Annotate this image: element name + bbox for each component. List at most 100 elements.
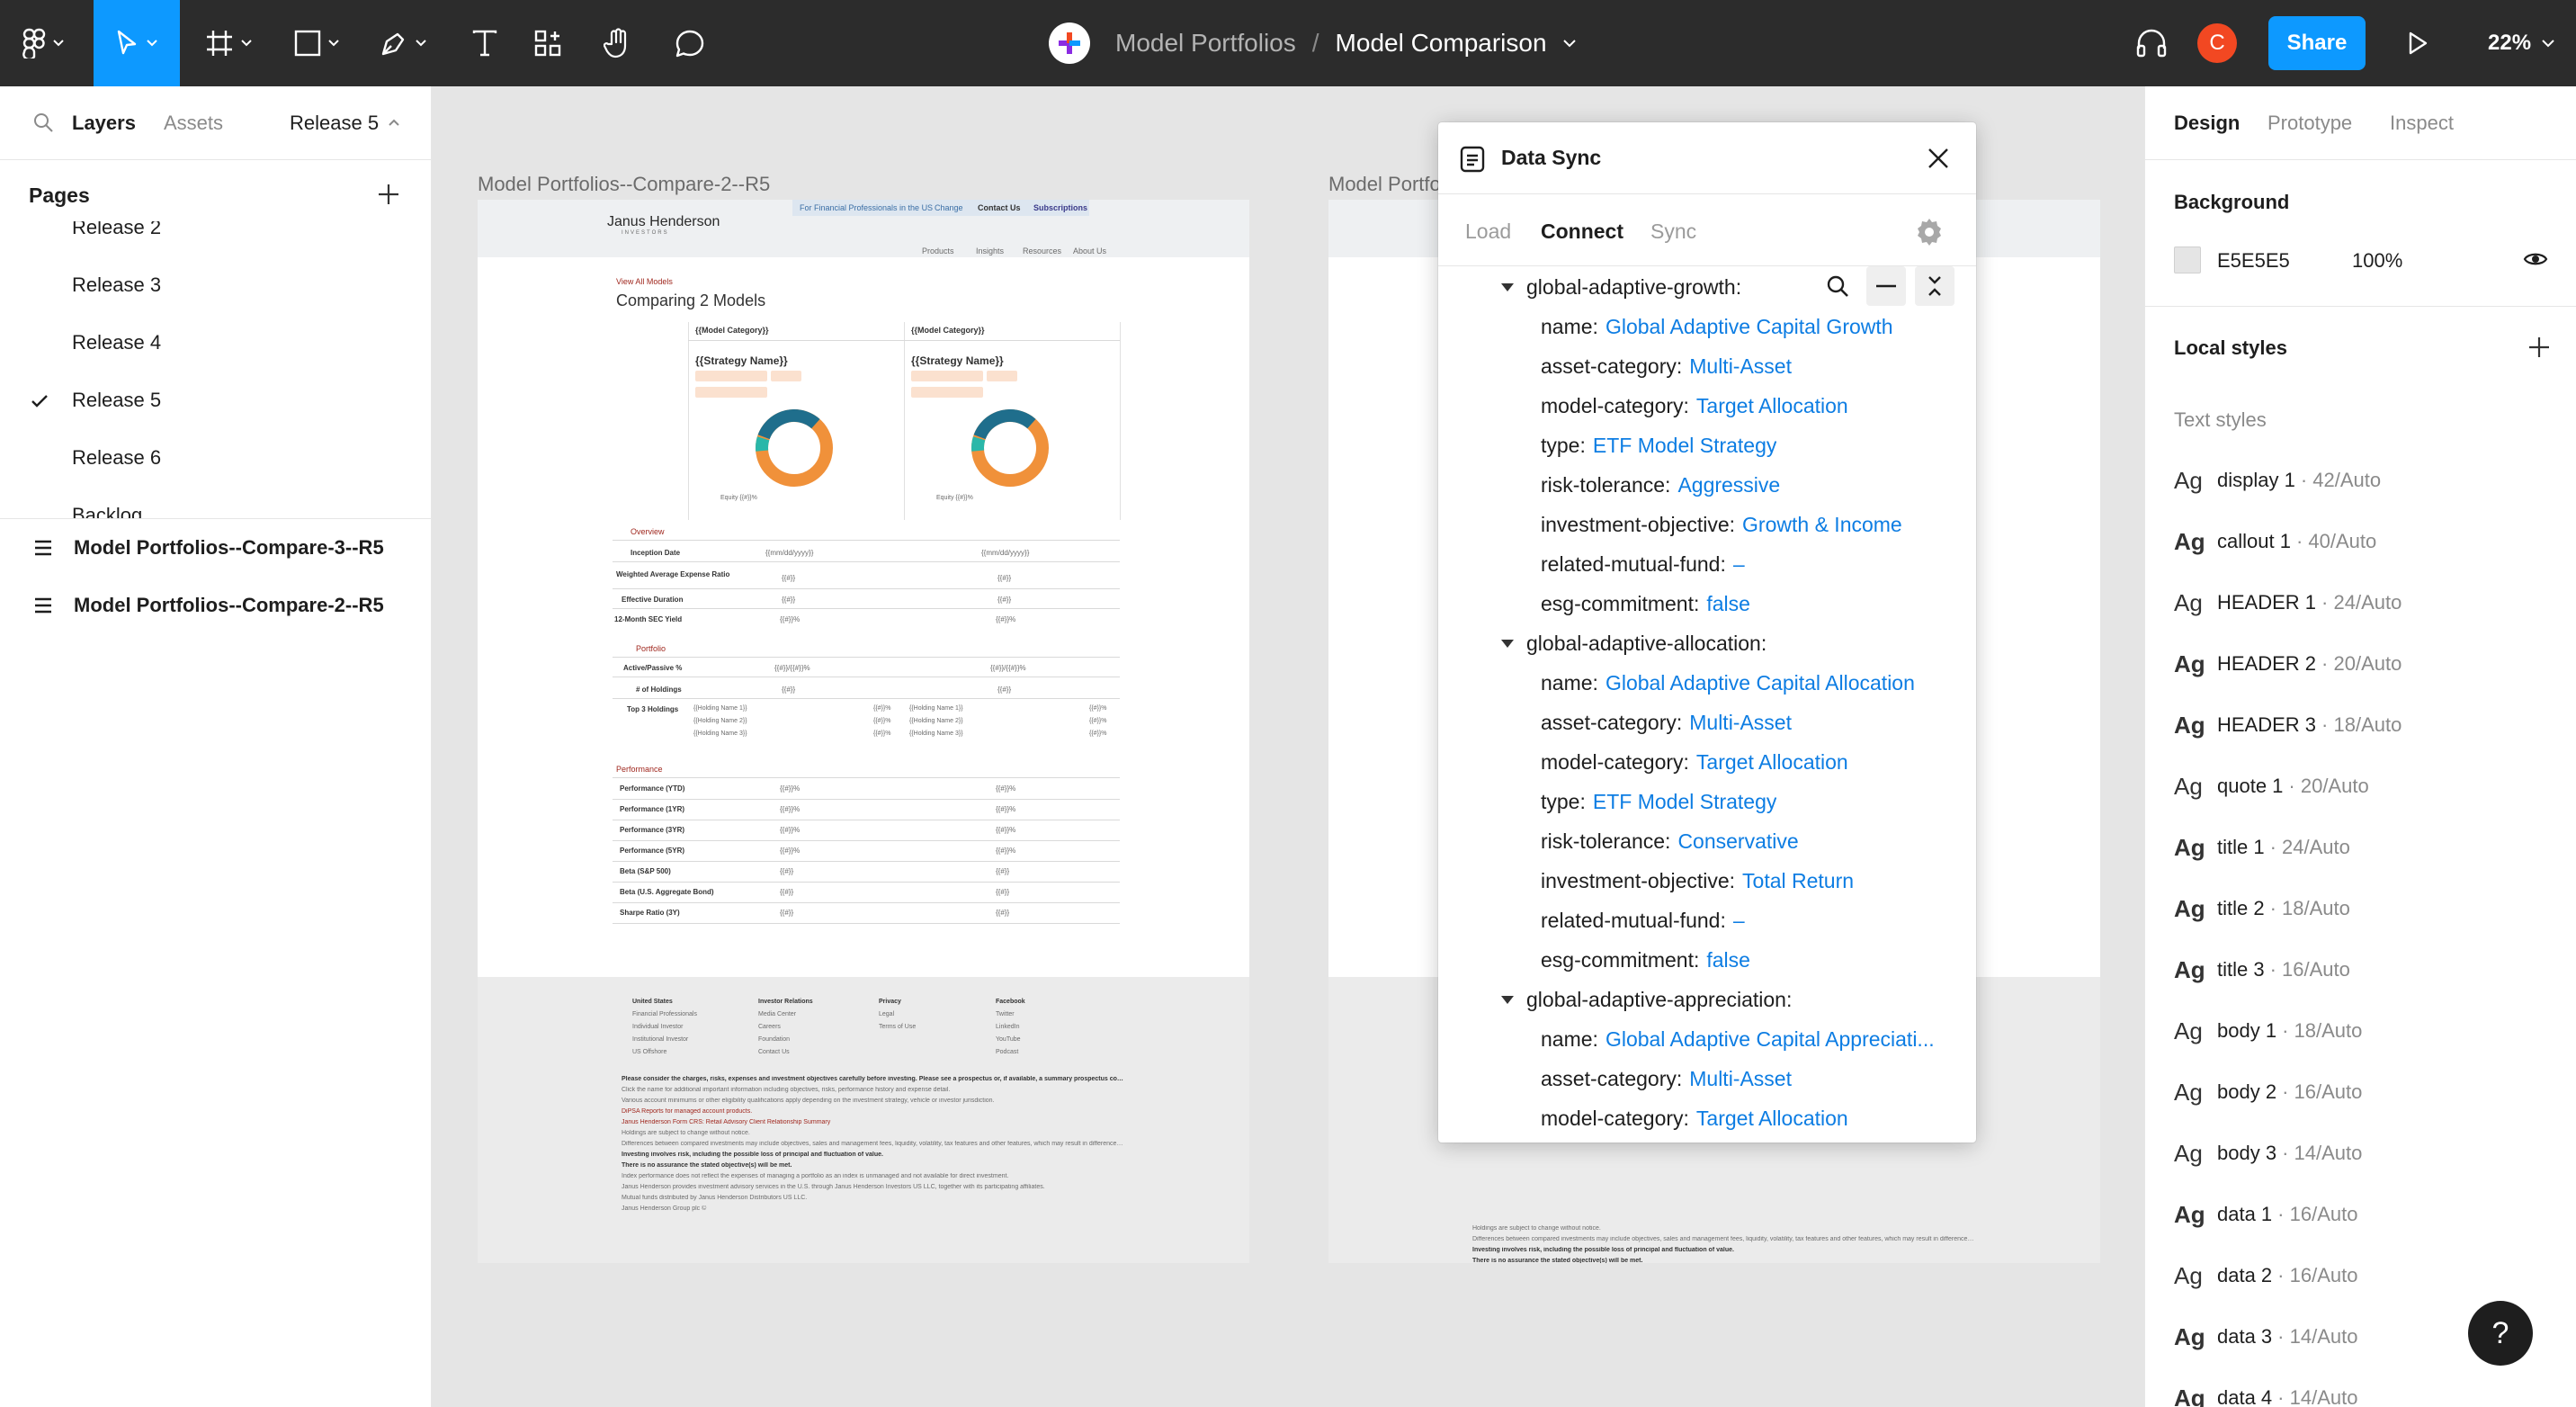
- resources-button[interactable]: [518, 0, 577, 86]
- footer-link: Privacy: [879, 999, 901, 1005]
- tree-field[interactable]: type:ETF Model Strategy: [1541, 1140, 1963, 1143]
- page-item[interactable]: Backlog: [72, 504, 142, 518]
- field-key: name:: [1541, 314, 1598, 338]
- tree-field[interactable]: model-category: Target Allocation: [1541, 744, 1963, 780]
- tree-group[interactable]: global-adaptive-allocation:: [1438, 625, 1976, 661]
- help-button[interactable]: ?: [2468, 1301, 2533, 1366]
- release-selector[interactable]: Release 5: [290, 112, 379, 135]
- caret-down-icon[interactable]: [1501, 282, 1514, 291]
- present-button[interactable]: [2398, 0, 2437, 86]
- background-opacity[interactable]: 100%: [2352, 249, 2402, 273]
- text-style-detail: · 14/Auto: [2277, 1325, 2358, 1348]
- text-style-item[interactable]: Ag title 3 · 16/Auto: [2174, 952, 2561, 988]
- avatar[interactable]: C: [2197, 23, 2237, 63]
- text-style-item[interactable]: Ag display 1 · 42/Auto: [2174, 462, 2561, 498]
- search-icon[interactable]: [32, 112, 54, 133]
- tree-field[interactable]: esg-commitment: false: [1541, 586, 1963, 622]
- text-style-item[interactable]: Ag body 1 · 18/Auto: [2174, 1013, 2561, 1049]
- row-value: {{#}}: [780, 888, 794, 896]
- text-style-item[interactable]: Ag body 2 · 16/Auto: [2174, 1074, 2561, 1110]
- breadcrumb-file[interactable]: Model Comparison: [1336, 29, 1547, 58]
- tree-field[interactable]: model-category: Target Allocation: [1541, 388, 1963, 424]
- breadcrumb-project[interactable]: Model Portfolios: [1115, 29, 1296, 58]
- tree-field[interactable]: related-mutual-fund: –: [1541, 546, 1963, 582]
- add-page-icon[interactable]: [378, 184, 399, 205]
- tab-sync[interactable]: Sync: [1650, 220, 1696, 244]
- tab-design[interactable]: Design: [2174, 112, 2240, 135]
- tab-prototype[interactable]: Prototype: [2267, 112, 2352, 135]
- frame-layer-icon: [35, 540, 51, 556]
- text-style-item[interactable]: Ag data 1 · 16/Auto: [2174, 1196, 2561, 1232]
- tree-field[interactable]: model-category: Target Allocation: [1541, 1100, 1963, 1136]
- tab-assets[interactable]: Assets: [164, 112, 223, 135]
- text-style-detail: · 14/Auto: [2277, 1386, 2358, 1407]
- frame-compare-2[interactable]: Janus Henderson INVESTORS For Financial …: [478, 200, 1249, 1263]
- text-style-item[interactable]: Ag quote 1 · 20/Auto: [2174, 768, 2561, 804]
- tree-field[interactable]: risk-tolerance: Aggressive: [1541, 467, 1963, 503]
- tree-field[interactable]: asset-category: Multi-Asset: [1541, 348, 1963, 384]
- caret-down-icon[interactable]: [1501, 995, 1514, 1004]
- tree-field[interactable]: risk-tolerance: Conservative: [1541, 823, 1963, 859]
- tree-field[interactable]: name: Global Adaptive Capital Allocation: [1541, 665, 1963, 701]
- nav-item: Products: [922, 246, 954, 255]
- frame-label[interactable]: Model Portfolios--Compare-2--R5: [478, 173, 770, 196]
- tree-group[interactable]: global-adaptive-appreciation:: [1438, 981, 1976, 1017]
- pen-tool-button[interactable]: [367, 0, 439, 86]
- frame-tool-button[interactable]: [192, 0, 264, 86]
- disclaimer-text: Holdings are subject to change without n…: [1472, 1225, 1601, 1232]
- chevron-up-icon[interactable]: [389, 119, 399, 126]
- page-item[interactable]: Release 2: [72, 221, 161, 239]
- page-item-current[interactable]: Release 5: [72, 389, 161, 412]
- tree-field[interactable]: investment-objective: Total Return: [1541, 863, 1963, 899]
- layer-item[interactable]: Model Portfolios--Compare-3--R5: [0, 525, 432, 570]
- comment-tool-button[interactable]: [660, 0, 720, 86]
- text-style-item[interactable]: Ag body 3 · 14/Auto: [2174, 1135, 2561, 1171]
- text-tool-button[interactable]: [455, 0, 514, 86]
- text-style-item[interactable]: Ag HEADER 3 · 18/Auto: [2174, 707, 2561, 743]
- text-style-item[interactable]: Ag data 4 · 14/Auto: [2174, 1380, 2561, 1407]
- tab-load[interactable]: Load: [1465, 220, 1511, 244]
- audio-button[interactable]: [2130, 0, 2173, 86]
- figma-menu-button[interactable]: [0, 0, 86, 86]
- tab-connect[interactable]: Connect: [1541, 220, 1623, 244]
- close-icon[interactable]: [1928, 148, 1949, 169]
- tree-field[interactable]: name: Global Adaptive Capital Growth: [1541, 309, 1963, 345]
- add-style-icon[interactable]: [2528, 336, 2550, 358]
- tree-field[interactable]: investment-objective: Growth & Income: [1541, 506, 1963, 542]
- move-tool-button[interactable]: [94, 0, 180, 86]
- tree-field[interactable]: related-mutual-fund: –: [1541, 902, 1963, 938]
- caret-down-icon[interactable]: [1501, 639, 1514, 648]
- layer-item[interactable]: Model Portfolios--Compare-2--R5: [0, 583, 432, 628]
- background-hex[interactable]: E5E5E5: [2217, 249, 2290, 273]
- frame-label[interactable]: Model Portfolios--Compare-3--R5: [1328, 173, 1445, 196]
- tab-inspect[interactable]: Inspect: [2390, 112, 2454, 135]
- tree-group[interactable]: global-adaptive-growth:: [1438, 269, 1976, 305]
- page-item[interactable]: Release 3: [72, 273, 161, 297]
- chevron-down-icon[interactable]: [1562, 39, 1576, 48]
- background-swatch[interactable]: [2174, 246, 2201, 273]
- page-item[interactable]: Release 4: [72, 331, 161, 354]
- eye-icon[interactable]: [2523, 250, 2548, 268]
- tree-field[interactable]: name: Global Adaptive Capital Appreciati.…: [1541, 1021, 1963, 1057]
- row-value: {{#}}: [782, 686, 796, 694]
- shape-tool-button[interactable]: [281, 0, 353, 86]
- text-style-item[interactable]: Ag callout 1 · 40/Auto: [2174, 524, 2561, 560]
- tree-field[interactable]: type:ETF Model Strategy: [1541, 427, 1963, 463]
- tree-field[interactable]: asset-category: Multi-Asset: [1541, 1061, 1963, 1097]
- tab-layers[interactable]: Layers: [72, 112, 136, 135]
- share-button[interactable]: Share: [2268, 16, 2366, 70]
- tree-field[interactable]: esg-commitment: false: [1541, 942, 1963, 978]
- text-style-item[interactable]: Ag data 2 · 16/Auto: [2174, 1258, 2561, 1294]
- field-key: asset-category:: [1541, 710, 1683, 734]
- text-style-item[interactable]: Ag title 2 · 18/Auto: [2174, 891, 2561, 927]
- tree-field[interactable]: type:ETF Model Strategy: [1541, 784, 1963, 820]
- text-style-item[interactable]: Ag title 1 · 24/Auto: [2174, 829, 2561, 865]
- zoom-control[interactable]: 22%: [2488, 0, 2554, 86]
- text-style-item[interactable]: Ag HEADER 1 · 24/Auto: [2174, 585, 2561, 621]
- shape-tool-icon: [294, 30, 321, 57]
- page-item[interactable]: Release 6: [72, 446, 161, 470]
- gear-icon[interactable]: [1915, 218, 1944, 246]
- text-style-item[interactable]: Ag HEADER 2 · 20/Auto: [2174, 646, 2561, 682]
- hand-tool-button[interactable]: [588, 0, 648, 86]
- tree-field[interactable]: asset-category: Multi-Asset: [1541, 704, 1963, 740]
